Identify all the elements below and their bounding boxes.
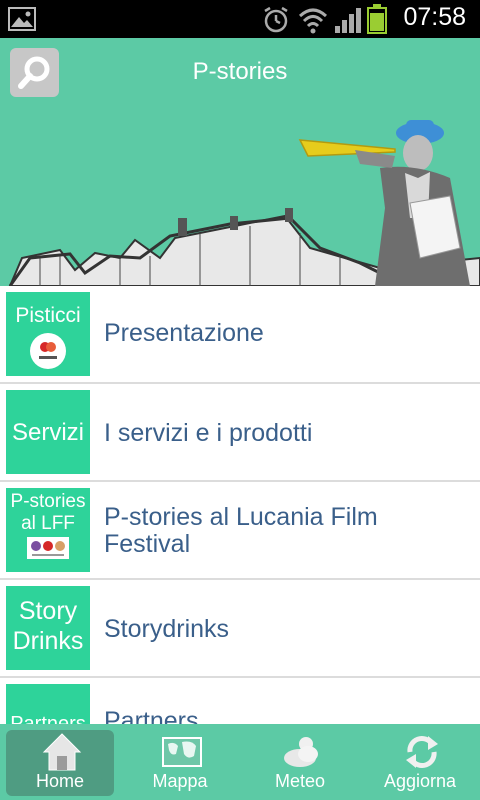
tab-meteo[interactable]: Meteo xyxy=(246,730,354,796)
alarm-icon xyxy=(264,6,288,33)
battery-icon xyxy=(367,4,387,34)
wifi-icon xyxy=(298,8,328,34)
page-title: P-stories xyxy=(192,58,288,85)
tile-story-drinks[interactable]: Story Drinks xyxy=(6,586,90,670)
weather-icon xyxy=(284,737,318,767)
clock: 07:58 xyxy=(403,3,466,31)
tile-text-line1: Story xyxy=(18,597,78,625)
refresh-icon xyxy=(406,736,438,768)
tab-label: Home xyxy=(35,771,84,791)
tab-label: Meteo xyxy=(274,771,326,791)
tile-text: Pisticci xyxy=(15,304,81,327)
bottom-tab-bar: Home Mappa Meteo Aggiorna xyxy=(0,724,480,800)
tile-text: Partners xyxy=(10,713,86,725)
tile-p-stories-al-lff[interactable]: P-stories al LFF xyxy=(6,488,90,572)
menu-item-label: Storydrinks xyxy=(104,615,230,643)
tab-home[interactable]: Home xyxy=(6,730,114,796)
menu-item-label: Presentazione xyxy=(104,319,264,347)
festival-logo-icon xyxy=(27,536,69,559)
tab-label: Aggiorna xyxy=(383,771,457,791)
menu-item-servizi[interactable]: Servizi I servizi e i prodotti xyxy=(0,384,480,482)
app-bar: P-stories xyxy=(0,38,480,108)
tile-text-line1: P-stories xyxy=(10,491,86,512)
menu-item-label: P-stories al Lucania Film Festival xyxy=(104,503,378,558)
menu-item-label: Partners xyxy=(104,707,199,725)
menu-item-lucania-film-festival[interactable]: P-stories al LFF P-stories al Lucania Fi… xyxy=(0,482,480,580)
tab-label: Mappa xyxy=(152,771,208,791)
tab-mappa[interactable]: Mappa xyxy=(126,730,234,796)
status-bar: 07:58 xyxy=(0,0,480,38)
tile-text-line2: al LFF xyxy=(21,512,75,534)
header-banner-image xyxy=(0,108,480,286)
p-stories-logo-icon xyxy=(30,333,66,370)
tile-servizi[interactable]: Servizi xyxy=(6,390,90,474)
menu-item-partners[interactable]: Partners Partners xyxy=(0,678,480,724)
map-icon xyxy=(162,737,202,767)
home-icon xyxy=(42,733,82,771)
menu-item-label: I servizi e i prodotti xyxy=(104,419,313,447)
tile-text: Servizi xyxy=(11,419,84,446)
image-notification-icon xyxy=(8,7,36,31)
tile-text-line2: Drinks xyxy=(12,627,84,656)
signal-icon xyxy=(335,8,361,33)
tab-aggiorna[interactable]: Aggiorna xyxy=(366,730,474,796)
menu-item-storydrinks[interactable]: Story Drinks Storydrinks xyxy=(0,580,480,678)
tile-pisticci[interactable]: Pisticci xyxy=(6,292,90,376)
menu-item-presentazione[interactable]: Pisticci Presentazione xyxy=(0,286,480,384)
menu-list: Pisticci Presentazione Servizi I servizi… xyxy=(0,286,480,724)
tile-partners[interactable]: Partners xyxy=(6,684,90,724)
